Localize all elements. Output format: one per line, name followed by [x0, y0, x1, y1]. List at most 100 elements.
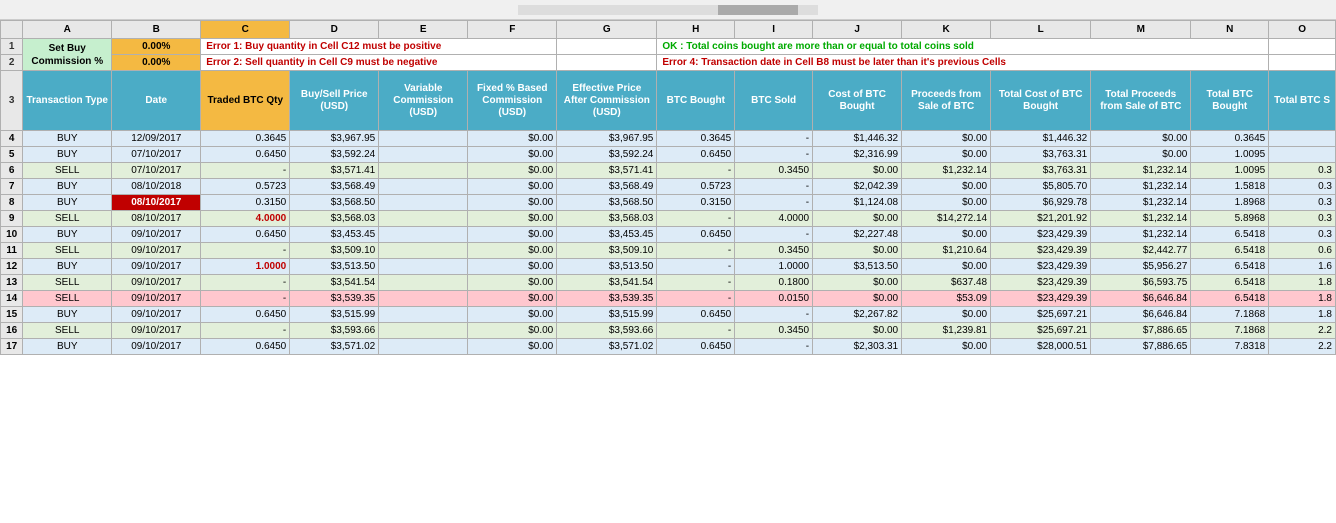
cell-btc-sold: 0.3450	[735, 323, 813, 339]
header-total-cost: Total Cost of BTC Bought	[991, 71, 1091, 131]
cell-total-proceeds: $6,593.75	[1091, 275, 1191, 291]
row-num-2: 2	[1, 55, 23, 71]
cell-type: SELL	[23, 291, 112, 307]
cell-type: BUY	[23, 131, 112, 147]
col-a-header[interactable]: A	[23, 21, 112, 39]
cell-fixed-comm: $0.00	[468, 195, 557, 211]
cell-type: BUY	[23, 259, 112, 275]
cell-var-comm	[379, 291, 468, 307]
buy-commission-value[interactable]: 0.00%	[112, 39, 201, 55]
cell-total-cost: $23,429.39	[991, 259, 1091, 275]
cell-total-btc-bought: 6.5418	[1191, 275, 1269, 291]
header-btc-bought: BTC Bought	[657, 71, 735, 131]
cell-total-cost: $21,201.92	[991, 211, 1091, 227]
cell-proceeds: $14,272.14	[902, 211, 991, 227]
col-f-header[interactable]: F	[468, 21, 557, 39]
cell-fixed-comm: $0.00	[468, 243, 557, 259]
cell-btc-bought: 0.6450	[657, 147, 735, 163]
col-o-header[interactable]: O	[1269, 21, 1336, 39]
cell-total-cost: $1,446.32	[991, 131, 1091, 147]
col-d-header[interactable]: D	[290, 21, 379, 39]
cell-btc-sold: 0.3450	[735, 163, 813, 179]
col-l-header[interactable]: L	[991, 21, 1091, 39]
cell-total-btc-sold: 1.8	[1269, 275, 1336, 291]
cell-eff-price: $3,568.50	[557, 195, 657, 211]
cell-cost-bought: $0.00	[813, 163, 902, 179]
cell-btc-sold: 4.0000	[735, 211, 813, 227]
header-btc-sold: BTC Sold	[735, 71, 813, 131]
cell-type: SELL	[23, 323, 112, 339]
cell-type: BUY	[23, 339, 112, 355]
cell-proceeds: $1,239.81	[902, 323, 991, 339]
col-e-header[interactable]: E	[379, 21, 468, 39]
cell-fixed-comm: $0.00	[468, 339, 557, 355]
cell-var-comm	[379, 163, 468, 179]
col-c-header[interactable]: C	[201, 21, 290, 39]
error4-cell: Error 4: Transaction date in Cell B8 mus…	[657, 55, 1269, 71]
cell-total-cost: $23,429.39	[991, 227, 1091, 243]
cell-type: BUY	[23, 227, 112, 243]
row-num-6: 6	[1, 163, 23, 179]
cell-btc-sold: 0.3450	[735, 243, 813, 259]
cell-qty: 0.6450	[201, 227, 290, 243]
cell-proceeds: $0.00	[902, 131, 991, 147]
cell-total-cost: $28,000.51	[991, 339, 1091, 355]
cell-price: $3,453.45	[290, 227, 379, 243]
cell-total-cost: $6,929.78	[991, 195, 1091, 211]
cell-btc-bought: -	[657, 323, 735, 339]
cell-price: $3,592.24	[290, 147, 379, 163]
col-b-header[interactable]: B	[112, 21, 201, 39]
cell-cost-bought: $2,227.48	[813, 227, 902, 243]
col-k-header[interactable]: K	[902, 21, 991, 39]
cell-var-comm	[379, 243, 468, 259]
cell-total-btc-bought: 0.3645	[1191, 131, 1269, 147]
cell-proceeds: $0.00	[902, 307, 991, 323]
cell-qty: 4.0000	[201, 211, 290, 227]
ok1-cell: OK : Total coins bought are more than or…	[657, 39, 1269, 55]
cell-type: SELL	[23, 211, 112, 227]
cell-fixed-comm: $0.00	[468, 211, 557, 227]
cell-var-comm	[379, 179, 468, 195]
cell-total-proceeds: $6,646.84	[1091, 291, 1191, 307]
cell-fixed-comm: $0.00	[468, 275, 557, 291]
cell-total-proceeds: $7,886.65	[1091, 339, 1191, 355]
cell-total-btc-sold: 0.3	[1269, 179, 1336, 195]
col-h-header[interactable]: H	[657, 21, 735, 39]
cell-var-comm	[379, 259, 468, 275]
cell-total-cost: $3,763.31	[991, 147, 1091, 163]
header-transaction-type: Transaction Type	[23, 71, 112, 131]
cell-cost-bought: $0.00	[813, 211, 902, 227]
cell-proceeds: $0.00	[902, 147, 991, 163]
header-total-proceeds: Total Proceeds from Sale of BTC	[1091, 71, 1191, 131]
cell-fixed-comm: $0.00	[468, 323, 557, 339]
cell-price: $3,568.03	[290, 211, 379, 227]
cell-cost-bought: $0.00	[813, 243, 902, 259]
col-i-header[interactable]: I	[735, 21, 813, 39]
row-num-15: 15	[1, 307, 23, 323]
cell-btc-bought: -	[657, 211, 735, 227]
cell-type: BUY	[23, 179, 112, 195]
cell-total-cost: $5,805.70	[991, 179, 1091, 195]
cell-proceeds: $0.00	[902, 195, 991, 211]
header-fixed-commission: Fixed % Based Commission (USD)	[468, 71, 557, 131]
sell-commission-value[interactable]: 0.00%	[112, 55, 201, 71]
cell-cost-bought: $2,303.31	[813, 339, 902, 355]
data-row-6: 6SELL07/10/2017-$3,571.41$0.00$3,571.41-…	[1, 163, 1336, 179]
row-num-11: 11	[1, 243, 23, 259]
error1-cell: Error 1: Buy quantity in Cell C12 must b…	[201, 39, 557, 55]
col-m-header[interactable]: M	[1091, 21, 1191, 39]
cell-qty: 0.3150	[201, 195, 290, 211]
col-j-header[interactable]: J	[813, 21, 902, 39]
header-total-btc-bought: Total BTC Bought	[1191, 71, 1269, 131]
cell-date: 09/10/2017	[112, 307, 201, 323]
col-n-header[interactable]: N	[1191, 21, 1269, 39]
cell-date: 09/10/2017	[112, 339, 201, 355]
cell-proceeds: $637.48	[902, 275, 991, 291]
cell-price: $3,513.50	[290, 259, 379, 275]
cell-total-proceeds: $7,886.65	[1091, 323, 1191, 339]
data-row-14: 14SELL09/10/2017-$3,539.35$0.00$3,539.35…	[1, 291, 1336, 307]
cell-total-btc-bought: 6.5418	[1191, 243, 1269, 259]
col-g-header[interactable]: G	[557, 21, 657, 39]
cell-var-comm	[379, 147, 468, 163]
row-num-13: 13	[1, 275, 23, 291]
